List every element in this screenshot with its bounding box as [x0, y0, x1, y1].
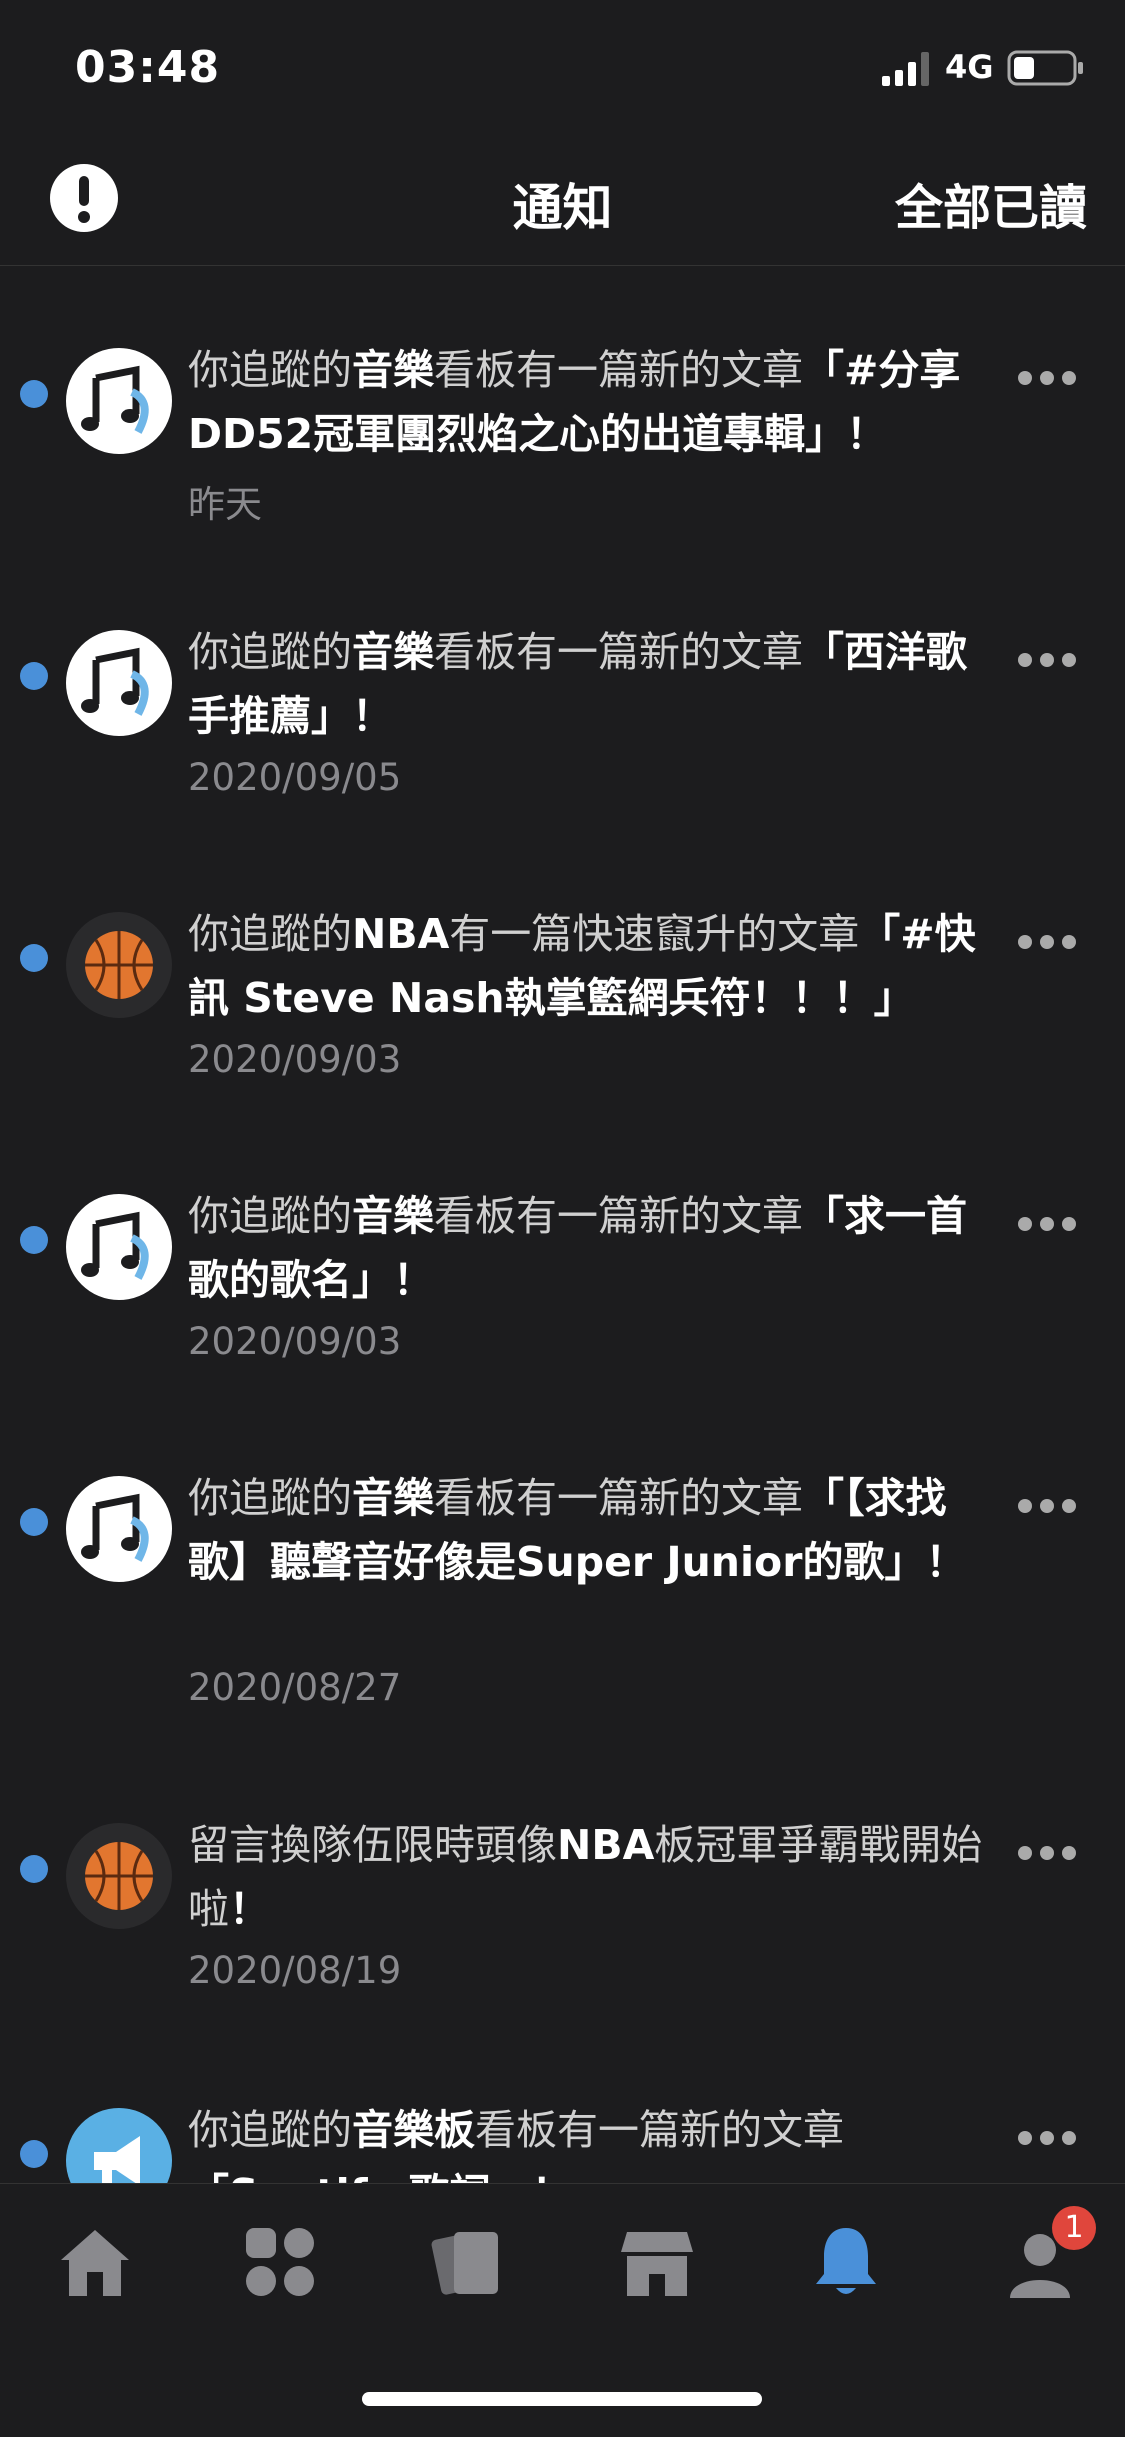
notification-end: ！: [393, 1256, 434, 1304]
music-icon: [66, 630, 172, 736]
notification-end: ！: [532, 2170, 573, 2183]
notification-text: 你追蹤的NBA有一篇快速竄升的文章「#快訊 Steve Nash執掌籃網兵符！！…: [188, 902, 988, 1030]
notification-board: 音樂: [352, 628, 434, 676]
notification-date: 昨天: [188, 483, 262, 526]
notification-board: NBA: [557, 1821, 655, 1869]
more-options-icon[interactable]: [1012, 2126, 1082, 2150]
notification-date: 2020/09/03: [188, 1038, 402, 1081]
notification-end: ！: [229, 1885, 270, 1933]
notification-mid: 看板有一篇新的文章: [434, 346, 803, 394]
notification-date: 2020/08/19: [188, 1949, 402, 1992]
notification-mid: 看板有一篇新的文章: [434, 1192, 803, 1240]
battery-icon: [1007, 50, 1083, 86]
notification-quote: 「Spotify 歌詞」: [188, 2170, 532, 2183]
notification-prefix: 你追蹤的: [188, 910, 352, 958]
notification-mid: 看板有一篇新的文章: [434, 628, 803, 676]
home-icon[interactable]: [55, 2222, 135, 2302]
profile-badge: 1: [1052, 2206, 1096, 2250]
notification-text: 你追蹤的音樂看板有一篇新的文章「【求找歌】聽聲音好像是Super Junior的…: [188, 1466, 988, 1594]
header-bar: 通知 全部已讀: [0, 130, 1125, 266]
more-options-icon[interactable]: [1012, 648, 1082, 672]
notification-date: 2020/09/05: [188, 756, 402, 799]
cards-icon[interactable]: [428, 2222, 508, 2302]
notification-board: 音樂板: [352, 2106, 475, 2154]
notification-text: 你追蹤的音樂板看板有一篇新的文章「Spotify 歌詞」！: [188, 2098, 988, 2183]
notification-mid: 看板有一篇新的文章: [475, 2106, 844, 2154]
notification-text: 你追蹤的音樂看板有一篇新的文章「求一首歌的歌名」！: [188, 1184, 988, 1312]
shop-icon[interactable]: [617, 2222, 697, 2302]
basketball-icon: [66, 912, 172, 1018]
notification-board: 音樂: [352, 1474, 434, 1522]
bell-icon[interactable]: [806, 2222, 886, 2302]
boards-icon[interactable]: [240, 2222, 320, 2302]
notification-prefix: 你追蹤的: [188, 2106, 352, 2154]
notification-date: 2020/09/03: [188, 1320, 402, 1363]
notification-board: NBA: [352, 910, 450, 958]
unread-dot: [20, 662, 48, 690]
notification-date: 2020/08/27: [188, 1666, 402, 1709]
notification-prefix: 你追蹤的: [188, 346, 352, 394]
music-icon: [66, 1194, 172, 1300]
home-indicator[interactable]: [362, 2392, 762, 2406]
more-options-icon[interactable]: [1012, 930, 1082, 954]
unread-dot: [20, 944, 48, 972]
unread-dot: [20, 380, 48, 408]
music-icon: [66, 348, 172, 454]
unread-dot: [20, 1226, 48, 1254]
status-time: 03:48: [75, 42, 221, 93]
notification-text: 你追蹤的音樂看板有一篇新的文章「#分享 DD52冠軍團烈焰之心的出道專輯」！: [188, 338, 988, 466]
notification-mid: 有一篇快速竄升的文章: [449, 910, 860, 958]
more-options-icon[interactable]: [1012, 366, 1082, 390]
notification-list: 你追蹤的音樂看板有一篇新的文章「#分享 DD52冠軍團烈焰之心的出道專輯」！ 昨天…: [0, 268, 1125, 2183]
notification-text: 你追蹤的音樂看板有一篇新的文章「西洋歌手推薦」！: [188, 620, 988, 748]
notification-prefix: 你追蹤的: [188, 1192, 352, 1240]
notification-prefix: 你追蹤的: [188, 628, 352, 676]
notification-prefix: 留言換隊伍限時頭像: [188, 1821, 557, 1869]
notification-mid: 看板有一篇新的文章: [434, 1474, 803, 1522]
notification-end: ！: [925, 1538, 967, 1586]
megaphone-icon: [66, 2108, 172, 2183]
basketball-icon: [66, 1823, 172, 1929]
network-type: 4G: [945, 48, 994, 86]
unread-dot: [20, 1508, 48, 1536]
notification-board: 音樂: [352, 346, 434, 394]
notification-text: 留言換隊伍限時頭像NBA板冠軍爭霸戰開始啦！: [188, 1813, 988, 1941]
mark-all-read-button[interactable]: 全部已讀: [895, 168, 1087, 238]
unread-dot: [20, 1855, 48, 1883]
notification-end: ！: [846, 410, 888, 458]
music-icon: [66, 1476, 172, 1582]
notification-prefix: 你追蹤的: [188, 1474, 352, 1522]
more-options-icon[interactable]: [1012, 1841, 1082, 1865]
more-options-icon[interactable]: [1012, 1212, 1082, 1236]
notification-board: 音樂: [352, 1192, 434, 1240]
signal-icon: [882, 52, 929, 86]
unread-dot: [20, 2140, 48, 2168]
status-bar: 03:48 4G: [0, 0, 1125, 110]
more-options-icon[interactable]: [1012, 1494, 1082, 1518]
notification-end: ！: [352, 692, 393, 740]
